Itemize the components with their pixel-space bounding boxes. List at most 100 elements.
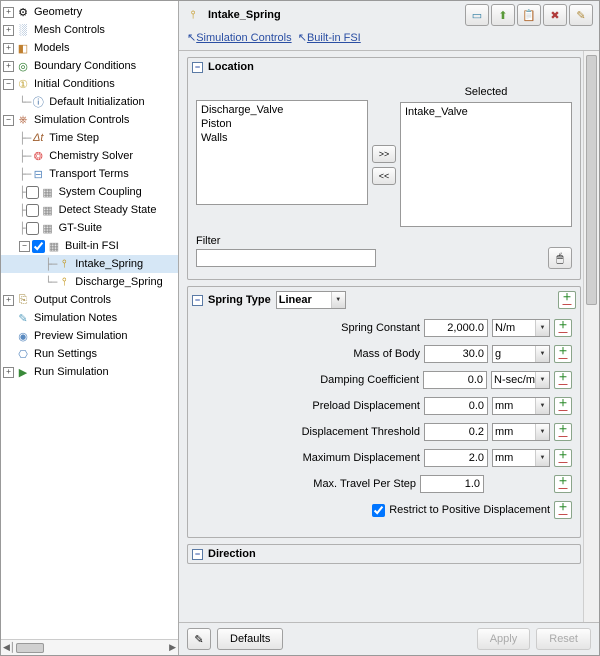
tree-item-sim-controls[interactable]: − ⎈ Simulation Controls: [1, 111, 178, 129]
boundary-icon: ◎: [15, 58, 31, 74]
collapse-icon[interactable]: −: [3, 79, 14, 90]
tree-horizontal-scrollbar[interactable]: ◀│ ▶: [1, 639, 178, 655]
move-left-button[interactable]: <<: [372, 167, 396, 185]
damping-label: Damping Coefficient: [320, 374, 419, 386]
action-icon: ▭: [472, 9, 482, 22]
vertical-scrollbar[interactable]: [583, 51, 599, 622]
steady-icon: ▦: [40, 202, 56, 218]
selected-listbox[interactable]: Intake_Valve: [400, 102, 572, 227]
filter-input[interactable]: [196, 249, 376, 267]
tree-item-models[interactable]: + ◧ Models: [1, 39, 178, 57]
chevron-down-icon: ▼: [535, 372, 549, 388]
list-item[interactable]: Discharge_Valve: [199, 103, 365, 117]
pick-button[interactable]: 🖱: [548, 247, 572, 269]
toolbar-btn-5[interactable]: ✎: [569, 4, 593, 26]
preload-unit[interactable]: mm▼: [492, 397, 550, 415]
maxdisp-unit[interactable]: mm▼: [492, 449, 550, 467]
tree-item-default-init[interactable]: └─ ⓘ Default Initialization: [1, 93, 178, 111]
tree-item-chem-solver[interactable]: ├─ ❂ Chemistry Solver: [1, 147, 178, 165]
list-item[interactable]: Piston: [199, 117, 365, 131]
collapse-icon[interactable]: −: [3, 115, 14, 126]
move-right-button[interactable]: >>: [372, 145, 396, 163]
tree-item-built-in-fsi[interactable]: − ▦ Built-in FSI: [1, 237, 178, 255]
breadcrumb-built-in-fsi[interactable]: Built-in FSI: [307, 32, 361, 44]
tree-item-notes[interactable]: ✎ Simulation Notes: [1, 309, 178, 327]
add-remove-button[interactable]: ＋—: [554, 371, 572, 389]
damping-unit[interactable]: N-sec/m▼: [491, 371, 550, 389]
collapse-icon[interactable]: −: [192, 549, 203, 560]
tree-item-time-step[interactable]: ├─ Δt Time Step: [1, 129, 178, 147]
preload-input[interactable]: [424, 397, 488, 415]
add-remove-button[interactable]: ＋—: [554, 475, 572, 493]
collapse-icon[interactable]: −: [19, 241, 30, 252]
system-coupling-checkbox[interactable]: [26, 186, 39, 199]
maxdisp-input[interactable]: [424, 449, 488, 467]
tree-item-initial[interactable]: − ① Initial Conditions: [1, 75, 178, 93]
chevron-down-icon: ▼: [535, 450, 549, 466]
add-remove-button[interactable]: ＋—: [558, 291, 576, 309]
expand-icon[interactable]: +: [3, 61, 14, 72]
tree-item-mesh-controls[interactable]: + ░ Mesh Controls: [1, 21, 178, 39]
mesh-icon: ░: [15, 22, 31, 38]
spring-constant-input[interactable]: [424, 319, 488, 337]
fsi-checkbox[interactable]: [32, 240, 45, 253]
tree-item-run-sim[interactable]: + ▶ Run Simulation: [1, 363, 178, 381]
tree-item-intake-spring[interactable]: ├─ ⫯ Intake_Spring: [1, 255, 178, 273]
expand-icon[interactable]: +: [3, 7, 14, 18]
gt-suite-checkbox[interactable]: [26, 222, 39, 235]
reset-button[interactable]: Reset: [536, 628, 591, 650]
maxtravel-input[interactable]: [420, 475, 484, 493]
mass-input[interactable]: [424, 345, 488, 363]
expand-icon[interactable]: +: [3, 367, 14, 378]
coupling-icon: ▦: [40, 184, 56, 200]
mass-unit[interactable]: g▼: [492, 345, 550, 363]
restrict-checkbox[interactable]: [372, 504, 385, 517]
toolbar-btn-2[interactable]: ⬆: [491, 4, 515, 26]
add-remove-button[interactable]: ＋—: [554, 319, 572, 337]
list-item[interactable]: Walls: [199, 131, 365, 145]
preview-icon: ◉: [15, 328, 31, 344]
toolbar-btn-1[interactable]: ▭: [465, 4, 489, 26]
add-remove-button[interactable]: ＋—: [554, 449, 572, 467]
damping-input[interactable]: [423, 371, 487, 389]
apply-button[interactable]: Apply: [477, 628, 531, 650]
tree-item-geometry[interactable]: + ⚙ Geometry: [1, 3, 178, 21]
breadcrumb-sim-controls[interactable]: Simulation Controls: [196, 32, 291, 44]
detect-steady-checkbox[interactable]: [26, 204, 39, 217]
tree-item-output[interactable]: + ⎘ Output Controls: [1, 291, 178, 309]
toolbar-btn-4[interactable]: ✖: [543, 4, 567, 26]
section-direction: − Direction: [187, 544, 581, 564]
expand-icon[interactable]: +: [3, 25, 14, 36]
models-icon: ◧: [15, 40, 31, 56]
gt-icon: ▦: [40, 220, 56, 236]
tree-item-run-settings[interactable]: ⎔ Run Settings: [1, 345, 178, 363]
defaults-button[interactable]: Defaults: [217, 628, 283, 650]
threshold-unit[interactable]: mm▼: [492, 423, 550, 441]
tree-item-detect-steady[interactable]: ├ ▦ Detect Steady State: [1, 201, 178, 219]
list-item[interactable]: Intake_Valve: [403, 105, 569, 119]
tree-item-discharge-spring[interactable]: └─ ⫯ Discharge_Spring: [1, 273, 178, 291]
tree-item-gt-suite[interactable]: ├ ▦ GT-Suite: [1, 219, 178, 237]
collapse-icon[interactable]: −: [192, 62, 203, 73]
threshold-input[interactable]: [424, 423, 488, 441]
toolbar-btn-3[interactable]: 📋: [517, 4, 541, 26]
tree-item-system-coupling[interactable]: ├ ▦ System Coupling: [1, 183, 178, 201]
expand-icon[interactable]: +: [3, 43, 14, 54]
footer-edit-button[interactable]: ✎: [187, 628, 211, 650]
restrict-checkbox-row[interactable]: Restrict to Positive Displacement: [372, 504, 550, 517]
tree-item-transport[interactable]: ├─ ⊟ Transport Terms: [1, 165, 178, 183]
spring-constant-unit[interactable]: N/m▼: [492, 319, 550, 337]
tree-item-preview[interactable]: ◉ Preview Simulation: [1, 327, 178, 345]
add-remove-button[interactable]: ＋—: [554, 397, 572, 415]
available-listbox[interactable]: Discharge_Valve Piston Walls: [196, 100, 368, 205]
add-remove-button[interactable]: ＋—: [554, 501, 572, 519]
spring-type-select[interactable]: Linear ▼: [276, 291, 346, 309]
spring-icon: ⫯: [56, 274, 72, 290]
collapse-icon[interactable]: −: [192, 295, 203, 306]
expand-icon[interactable]: +: [3, 295, 14, 306]
tree-item-boundary[interactable]: + ◎ Boundary Conditions: [1, 57, 178, 75]
initial-icon: ①: [15, 76, 31, 92]
delete-icon: ✖: [550, 9, 559, 22]
add-remove-button[interactable]: ＋—: [554, 345, 572, 363]
add-remove-button[interactable]: ＋—: [554, 423, 572, 441]
